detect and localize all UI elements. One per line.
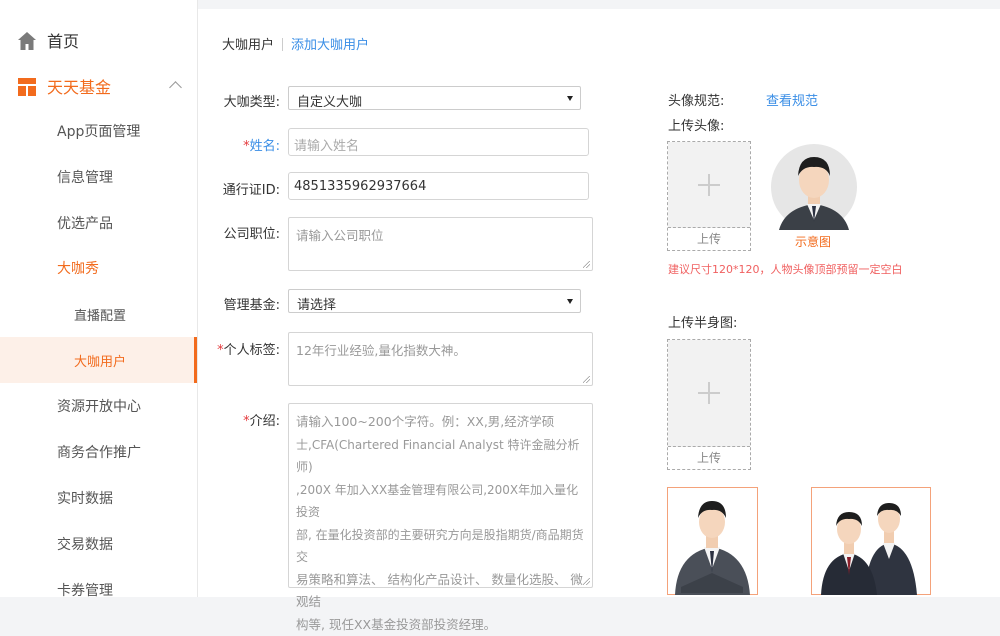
plus-icon — [698, 174, 720, 196]
intro-textarea[interactable]: 请输入100~200个字符。例：XX,男,经济学硕 士,CFA(Chartere… — [288, 403, 593, 588]
intro-line: 请输入100~200个字符。例：XX,男,经济学硕 — [296, 411, 585, 434]
fund-label: 管理基金: — [190, 294, 280, 313]
position-label: 公司职位: — [190, 223, 280, 242]
type-select-value: 自定义大咖 — [297, 95, 362, 110]
resize-grip-icon[interactable] — [583, 261, 590, 268]
sidebar-item-coupons[interactable]: 卡券管理 — [0, 567, 197, 613]
intro-line: 易策略和算法、 结构化产品设计、 数量化选股、 微观结 — [296, 569, 585, 614]
view-spec-link[interactable]: 查看规范 — [766, 90, 818, 109]
sidebar: 首页 天天基金 App页面管理 信息管理 优选产品 大咖秀 直播配置 大咖用户 … — [0, 0, 198, 597]
upload-half-label: 上传半身图: — [668, 312, 737, 331]
fund-select-value: 请选择 — [297, 298, 336, 313]
half-body-upload-area — [668, 340, 750, 447]
breadcrumb: 大咖用户 添加大咖用户 — [222, 34, 369, 53]
tags-label-text: 个人标签: — [224, 343, 280, 358]
passport-value: 4851335962937664 — [294, 179, 426, 194]
nav-section-label: 天天基金 — [47, 74, 111, 98]
main-panel: 大咖用户添加大咖用户 大咖类型: 自定义大咖 *姓名: 请输入姓名 通行证ID:… — [198, 9, 1000, 597]
sidebar-item-business[interactable]: 商务合作推广 — [0, 429, 197, 475]
sidebar-item-products[interactable]: 优选产品 — [0, 200, 197, 246]
position-textarea[interactable]: 请输入公司职位 — [288, 217, 593, 271]
sidebar-item-label: 实时数据 — [57, 488, 113, 508]
chevron-up-icon — [169, 81, 182, 94]
half-body-upload[interactable]: 上传 — [667, 339, 751, 470]
nav-section-tiantian[interactable]: 天天基金 — [0, 63, 197, 109]
breadcrumb-add-link[interactable]: 添加大咖用户 — [291, 38, 369, 53]
sidebar-item-label: 大咖用户 — [74, 351, 126, 370]
dropdown-arrow-icon — [567, 96, 573, 101]
dropdown-arrow-icon — [567, 299, 573, 304]
tags-textarea[interactable]: 12年行业经验,量化指数大神。 — [288, 332, 593, 386]
type-label: 大咖类型: — [190, 91, 280, 110]
name-label: *姓名: — [190, 135, 280, 154]
sample-caption: 示意图 — [795, 233, 831, 250]
sidebar-item-info[interactable]: 信息管理 — [0, 154, 197, 200]
nav-home-label: 首页 — [47, 28, 79, 52]
tags-placeholder: 12年行业经验,量化指数大神。 — [296, 343, 466, 358]
resize-grip-icon[interactable] — [583, 578, 590, 585]
fund-section-icon — [17, 77, 37, 97]
passport-label: 通行证ID: — [190, 179, 280, 198]
intro-line: ,200X 年加入XX基金管理有限公司,200X年加入量化投资 — [296, 479, 585, 524]
passport-input[interactable]: 4851335962937664 — [288, 172, 589, 200]
half-body-upload-button[interactable]: 上传 — [668, 447, 750, 469]
breadcrumb-current: 大咖用户 — [222, 38, 274, 53]
avatar-upload[interactable]: 上传 — [667, 141, 751, 251]
sidebar-item-label: App页面管理 — [57, 121, 140, 141]
fund-select[interactable]: 请选择 — [288, 289, 581, 313]
sidebar-item-label: 商务合作推广 — [57, 442, 141, 462]
name-label-text: 姓名: — [250, 139, 280, 154]
sample-half-body-image — [667, 487, 758, 595]
home-icon — [17, 31, 37, 51]
sidebar-item-trading[interactable]: 交易数据 — [0, 521, 197, 567]
sidebar-item-label: 信息管理 — [57, 167, 113, 187]
upload-avatar-label: 上传头像: — [668, 115, 724, 134]
avatar-size-hint: 建议尺寸120*120，人物头像顶部预留一定空白 — [668, 261, 903, 277]
position-placeholder: 请输入公司职位 — [296, 228, 384, 243]
sample-group-image — [811, 487, 931, 595]
sidebar-item-label: 直播配置 — [74, 305, 126, 324]
tags-label: *个人标签: — [190, 339, 280, 358]
avatar-upload-button[interactable]: 上传 — [668, 228, 750, 250]
avatar-spec-label: 头像规范: — [668, 90, 724, 109]
avatar-upload-area — [668, 142, 750, 228]
sidebar-item-daka-show[interactable]: 大咖秀 — [0, 245, 197, 291]
sidebar-item-resources[interactable]: 资源开放中心 — [0, 383, 197, 429]
intro-line: 构等, 现任XX基金投资部投资经理。 — [296, 614, 585, 636]
plus-icon — [698, 382, 720, 404]
sidebar-item-label: 优选产品 — [57, 213, 113, 233]
type-select[interactable]: 自定义大咖 — [288, 86, 581, 110]
intro-label-text: 介绍: — [250, 414, 280, 429]
name-placeholder: 请输入姓名 — [294, 139, 359, 154]
sidebar-item-label: 卡券管理 — [57, 580, 113, 600]
sidebar-item-label: 大咖秀 — [57, 258, 99, 278]
sidebar-item-label: 交易数据 — [57, 534, 113, 554]
name-input[interactable]: 请输入姓名 — [288, 128, 589, 156]
intro-line: 士,CFA(Chartered Financial Analyst 特许金融分析… — [296, 434, 585, 479]
breadcrumb-divider — [282, 38, 283, 51]
sidebar-item-daka-users[interactable]: 大咖用户 — [0, 337, 197, 383]
sample-avatar-image — [771, 144, 857, 230]
sidebar-item-app-pages[interactable]: App页面管理 — [0, 108, 197, 154]
intro-label: *介绍: — [190, 410, 280, 429]
nav-home[interactable]: 首页 — [0, 17, 197, 63]
intro-line: 部, 在量化投资部的主要研究方向是股指期货/商品期货交 — [296, 524, 585, 569]
sidebar-item-label: 资源开放中心 — [57, 396, 141, 416]
sidebar-item-live-config[interactable]: 直播配置 — [0, 291, 197, 337]
sidebar-item-realtime[interactable]: 实时数据 — [0, 475, 197, 521]
resize-grip-icon[interactable] — [583, 376, 590, 383]
